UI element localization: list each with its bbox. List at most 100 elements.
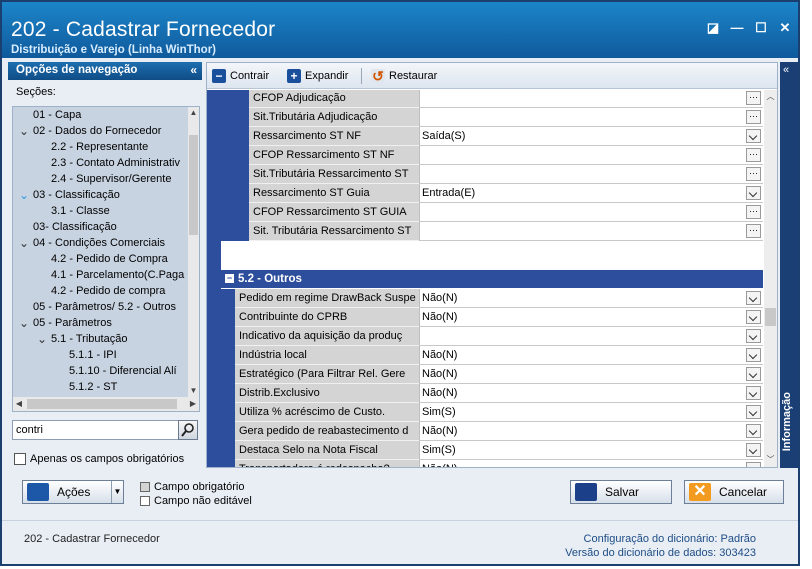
dropdown-button[interactable] — [746, 129, 761, 143]
property-row[interactable]: Sit.Tributária Adjudicação ··· — [207, 108, 763, 127]
chevron-down-icon[interactable]: ⌄ — [19, 123, 29, 139]
tree-horizontal-scrollbar[interactable]: ◀ ▶ — [13, 397, 199, 411]
tree-node[interactable]: 5.1.1 - IPI — [13, 347, 189, 363]
tree-node[interactable]: 01 - Capa — [13, 107, 189, 123]
property-value[interactable]: Não(N) — [419, 346, 763, 365]
tree-node[interactable]: ⌄ 04 - Condições Comerciais — [13, 235, 189, 251]
collapse-button[interactable]: − Contrair — [212, 67, 269, 85]
collapse-group-icon[interactable]: − — [225, 274, 234, 283]
information-panel[interactable]: « Informação — [780, 62, 798, 468]
property-row[interactable]: Utiliza % acréscimo de Custo. Sim(S) — [207, 403, 763, 422]
dropdown-button[interactable] — [746, 291, 761, 305]
property-value[interactable]: ··· — [419, 90, 763, 108]
chevron-down-icon[interactable]: ▼ — [111, 481, 123, 503]
property-row[interactable]: CFOP Ressarcimento ST NF ··· — [207, 146, 763, 165]
restore-layout-icon[interactable]: ◪ — [706, 21, 720, 35]
collapse-panel-icon[interactable]: « — [190, 63, 197, 77]
tree-node[interactable]: 5.1.10 - Diferencial Alí — [13, 363, 189, 379]
section-search-input[interactable] — [12, 420, 180, 440]
property-value[interactable]: Não(N) — [419, 365, 763, 384]
property-value[interactable]: Entrada(E) — [419, 184, 763, 203]
tree-node[interactable]: 05 - Parâmetros/ 5.2 - Outros — [13, 299, 189, 315]
property-value[interactable]: Sim(S) — [419, 441, 763, 460]
property-row[interactable]: Sit. Tributária Ressarcimento ST ··· — [207, 222, 763, 241]
property-row[interactable]: Contribuinte do CPRB Não(N) — [207, 308, 763, 327]
dropdown-button[interactable] — [746, 367, 761, 381]
property-row[interactable]: CFOP Adjudicação ··· — [207, 90, 763, 108]
property-row[interactable]: Indicativo da aquisição da produç — [207, 327, 763, 346]
close-button[interactable]: ✕ — [778, 21, 792, 35]
only-required-checkbox[interactable] — [14, 453, 26, 465]
dropdown-button[interactable] — [746, 386, 761, 400]
tree-node[interactable]: 4.1 - Parcelamento(C.Paga — [13, 267, 189, 283]
tree-node[interactable]: 03- Classificação — [13, 219, 189, 235]
scroll-up-icon[interactable]: ︿ — [764, 90, 777, 104]
property-value[interactable]: ··· — [419, 203, 763, 222]
scroll-down-icon[interactable]: ﹀ — [764, 453, 777, 467]
only-required-checkbox-row[interactable]: Apenas os campos obrigatórios — [14, 453, 184, 465]
property-row[interactable]: Transportadora é redespacho?Não(N) — [207, 460, 763, 467]
ellipsis-button[interactable]: ··· — [746, 110, 761, 124]
ellipsis-button[interactable]: ··· — [746, 167, 761, 181]
property-value[interactable]: Não(N) — [419, 308, 763, 327]
property-row[interactable]: Sit.Tributária Ressarcimento ST ··· — [207, 165, 763, 184]
restore-button[interactable]: ↺ Restaurar — [371, 67, 437, 85]
property-value[interactable]: ··· — [419, 165, 763, 184]
tree-node[interactable]: 4.2 - Pedido de compra — [13, 283, 189, 299]
maximize-button[interactable]: ☐ — [754, 21, 768, 35]
tree-node[interactable]: 4.2 - Pedido de Compra — [13, 251, 189, 267]
dropdown-button[interactable] — [746, 424, 761, 438]
scroll-down-icon[interactable]: ▼ — [188, 385, 199, 397]
property-row[interactable]: Ressarcimento ST Guia Entrada(E) — [207, 184, 763, 203]
dropdown-button[interactable] — [746, 462, 761, 467]
save-button[interactable]: Salvar — [570, 480, 672, 504]
dropdown-button[interactable] — [746, 310, 761, 324]
property-row[interactable]: CFOP Ressarcimento ST GUIA ··· — [207, 203, 763, 222]
expand-panel-icon[interactable]: « — [783, 64, 789, 76]
tree-node[interactable]: 3.1 - Classe — [13, 203, 189, 219]
dropdown-button[interactable] — [746, 443, 761, 457]
scroll-up-icon[interactable]: ▲ — [188, 107, 199, 119]
tree-node[interactable]: ⌄ 5.1 - Tributação — [13, 331, 189, 347]
property-value[interactable]: Não(N) — [419, 384, 763, 403]
scroll-thumb[interactable] — [189, 135, 198, 235]
property-value[interactable]: Não(N) — [419, 422, 763, 441]
tree-node[interactable]: 2.3 - Contato Administrativ — [13, 155, 189, 171]
group-header[interactable]: − 5.2 - Outros — [221, 270, 763, 288]
property-value[interactable] — [419, 327, 763, 346]
property-value[interactable]: ··· — [419, 146, 763, 165]
dropdown-button[interactable] — [746, 186, 761, 200]
search-button[interactable] — [178, 420, 198, 440]
ellipsis-button[interactable]: ··· — [746, 91, 761, 105]
ellipsis-button[interactable]: ··· — [746, 224, 761, 238]
property-value[interactable]: Sim(S) — [419, 403, 763, 422]
property-row[interactable]: Ressarcimento ST NF Saída(S) — [207, 127, 763, 146]
tree-node[interactable]: ⌄ 03 - Classificação — [13, 187, 189, 203]
property-value[interactable]: Não(N) — [419, 460, 763, 467]
scroll-right-icon[interactable]: ▶ — [187, 397, 199, 411]
tree-node[interactable]: 2.2 - Representante — [13, 139, 189, 155]
grid-vertical-scrollbar[interactable]: ︿ ﹀ — [764, 90, 777, 467]
property-row[interactable]: Pedido em regime DrawBack Suspe Não(N) — [207, 289, 763, 308]
expand-button[interactable]: + Expandir — [287, 67, 348, 85]
property-value[interactable]: ··· — [419, 222, 763, 241]
tree-node[interactable]: ⌄ 05 - Parâmetros — [13, 315, 189, 331]
scroll-left-icon[interactable]: ◀ — [13, 397, 25, 411]
property-row[interactable]: Gera pedido de reabastecimento d Não(N) — [207, 422, 763, 441]
chevron-down-icon[interactable]: ⌄ — [19, 235, 29, 251]
tree-node[interactable]: 2.4 - Supervisor/Gerente — [13, 171, 189, 187]
chevron-down-icon[interactable]: ⌄ — [19, 187, 29, 203]
property-row[interactable]: Destaca Selo na Nota Fiscal Sim(S) — [207, 441, 763, 460]
chevron-down-icon[interactable]: ⌄ — [19, 315, 29, 331]
tree-node[interactable]: 5.1.2 - ST — [13, 379, 189, 395]
property-value[interactable]: ··· — [419, 108, 763, 127]
property-row[interactable]: Distrib.Exclusivo Não(N) — [207, 384, 763, 403]
ellipsis-button[interactable]: ··· — [746, 205, 761, 219]
minimize-button[interactable]: — — [730, 21, 744, 35]
ellipsis-button[interactable]: ··· — [746, 148, 761, 162]
scroll-thumb[interactable] — [27, 399, 177, 409]
scroll-thumb[interactable] — [765, 308, 776, 326]
dropdown-button[interactable] — [746, 405, 761, 419]
cancel-button[interactable]: ✕ Cancelar — [684, 480, 784, 504]
property-value[interactable]: Não(N) — [419, 289, 763, 308]
